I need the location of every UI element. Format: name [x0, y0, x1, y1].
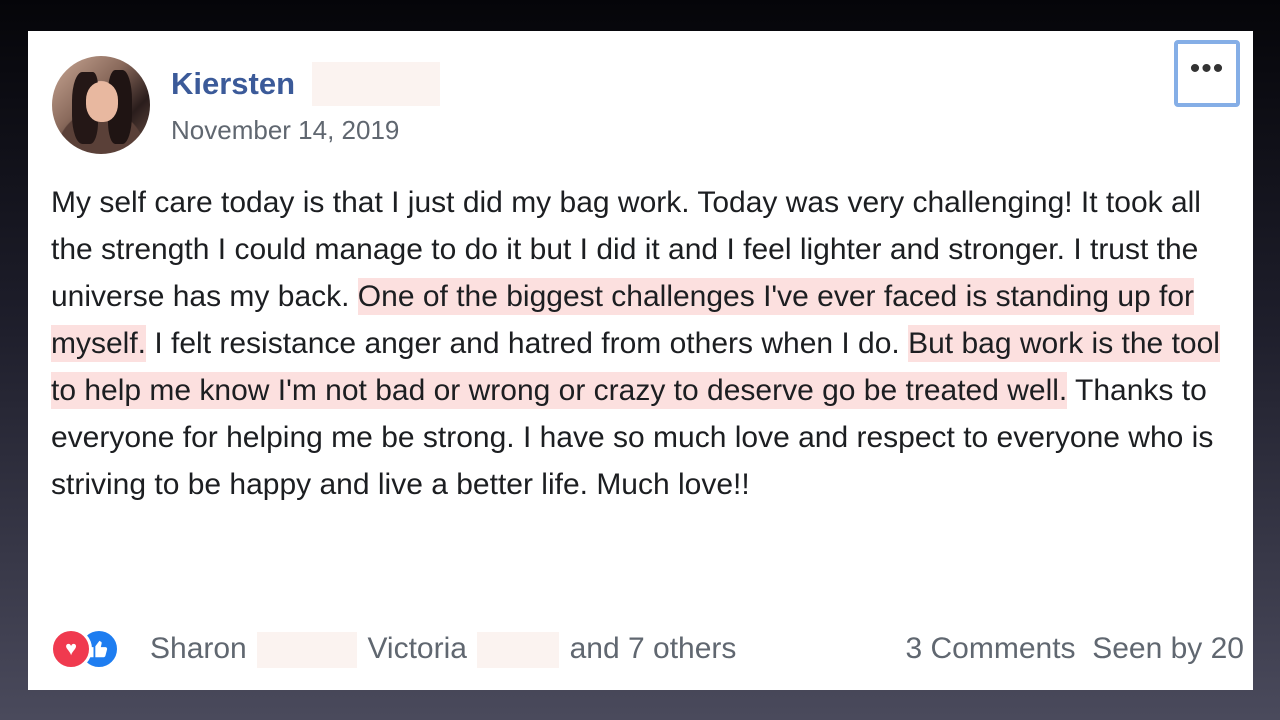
- post-text-segment: I felt resistance anger and hatred from …: [146, 327, 909, 360]
- comments-count[interactable]: 3 Comments: [905, 632, 1075, 665]
- redacted-surname: [477, 632, 560, 669]
- redacted-surname: [312, 62, 440, 106]
- reactor-name[interactable]: Sharon: [150, 632, 247, 665]
- reactor-name[interactable]: Victoria: [367, 632, 467, 665]
- heart-icon[interactable]: ♥: [50, 628, 92, 670]
- post-date[interactable]: November 14, 2019: [171, 115, 399, 146]
- post-card: Kiersten November 14, 2019 ••• My self c…: [28, 31, 1253, 690]
- heart-glyph: ♥: [65, 637, 77, 660]
- author-name[interactable]: Kiersten: [171, 66, 295, 102]
- post-body: My self care today is that I just did my…: [51, 179, 1241, 508]
- reactors-others[interactable]: and 7 others: [570, 632, 737, 665]
- author-avatar[interactable]: [52, 56, 150, 154]
- post-stats: 3 Comments Seen by 20: [905, 632, 1244, 666]
- post-footer: ♥ Sharon Victoria and 7 others 3 Comment…: [50, 626, 1244, 676]
- reactors-summary[interactable]: Sharon Victoria and 7 others: [150, 632, 737, 669]
- avatar-face: [86, 82, 118, 122]
- more-options-icon: •••: [1189, 51, 1225, 85]
- more-options-button[interactable]: •••: [1174, 40, 1240, 107]
- redacted-surname: [257, 632, 358, 669]
- seen-by-count[interactable]: Seen by 20: [1092, 632, 1244, 665]
